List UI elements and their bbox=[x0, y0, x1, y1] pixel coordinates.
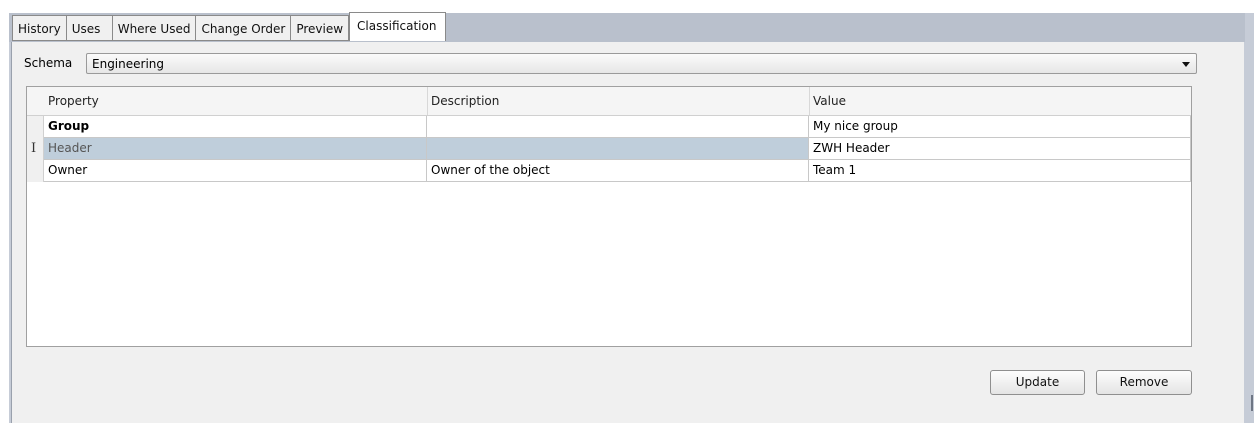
tab-change-order[interactable]: Change Order bbox=[195, 15, 291, 41]
column-header-description[interactable]: Description bbox=[427, 87, 809, 115]
column-header-value[interactable]: Value bbox=[809, 87, 1191, 115]
properties-grid: Property Description Value Group My nice… bbox=[26, 86, 1192, 347]
tab-uses[interactable]: Uses bbox=[65, 15, 112, 41]
cell-description[interactable]: Owner of the object bbox=[427, 160, 809, 182]
tab-bar: History Uses Where Used Change Order Pre… bbox=[12, 12, 447, 42]
cell-description[interactable] bbox=[427, 116, 809, 138]
tab-preview[interactable]: Preview bbox=[290, 15, 350, 41]
text-cursor-icon: I bbox=[31, 141, 37, 156]
table-row[interactable]: Group My nice group bbox=[27, 116, 1191, 138]
tab-classification[interactable]: Classification bbox=[349, 12, 447, 41]
tab-history[interactable]: History bbox=[12, 15, 66, 41]
row-selector[interactable]: I bbox=[27, 138, 44, 160]
cell-property[interactable]: Owner bbox=[44, 160, 427, 182]
dropdown-arrow-icon[interactable] bbox=[1182, 62, 1190, 67]
schema-selected-value: Engineering bbox=[92, 57, 164, 71]
table-row[interactable]: Owner Owner of the object Team 1 bbox=[27, 160, 1191, 182]
tab-where-used[interactable]: Where Used bbox=[111, 15, 196, 41]
grid-header: Property Description Value bbox=[27, 87, 1191, 116]
cell-property[interactable]: Group bbox=[44, 116, 427, 138]
resize-grip[interactable] bbox=[1251, 395, 1253, 411]
table-row-selected[interactable]: I Header ZWH Header bbox=[27, 138, 1191, 160]
cell-value[interactable]: My nice group bbox=[809, 116, 1191, 138]
row-selector[interactable] bbox=[27, 160, 44, 182]
cell-description[interactable] bbox=[427, 138, 809, 160]
window-right-edge bbox=[1244, 42, 1254, 423]
cell-value[interactable]: ZWH Header bbox=[809, 138, 1191, 160]
cell-value[interactable]: Team 1 bbox=[809, 160, 1191, 182]
update-button[interactable]: Update bbox=[990, 370, 1085, 395]
cell-property[interactable]: Header bbox=[44, 138, 427, 160]
column-header-property[interactable]: Property bbox=[44, 87, 427, 115]
remove-button[interactable]: Remove bbox=[1096, 370, 1192, 395]
row-selector[interactable] bbox=[27, 116, 44, 138]
schema-label: Schema bbox=[24, 56, 73, 70]
schema-dropdown[interactable]: Engineering bbox=[86, 53, 1197, 74]
